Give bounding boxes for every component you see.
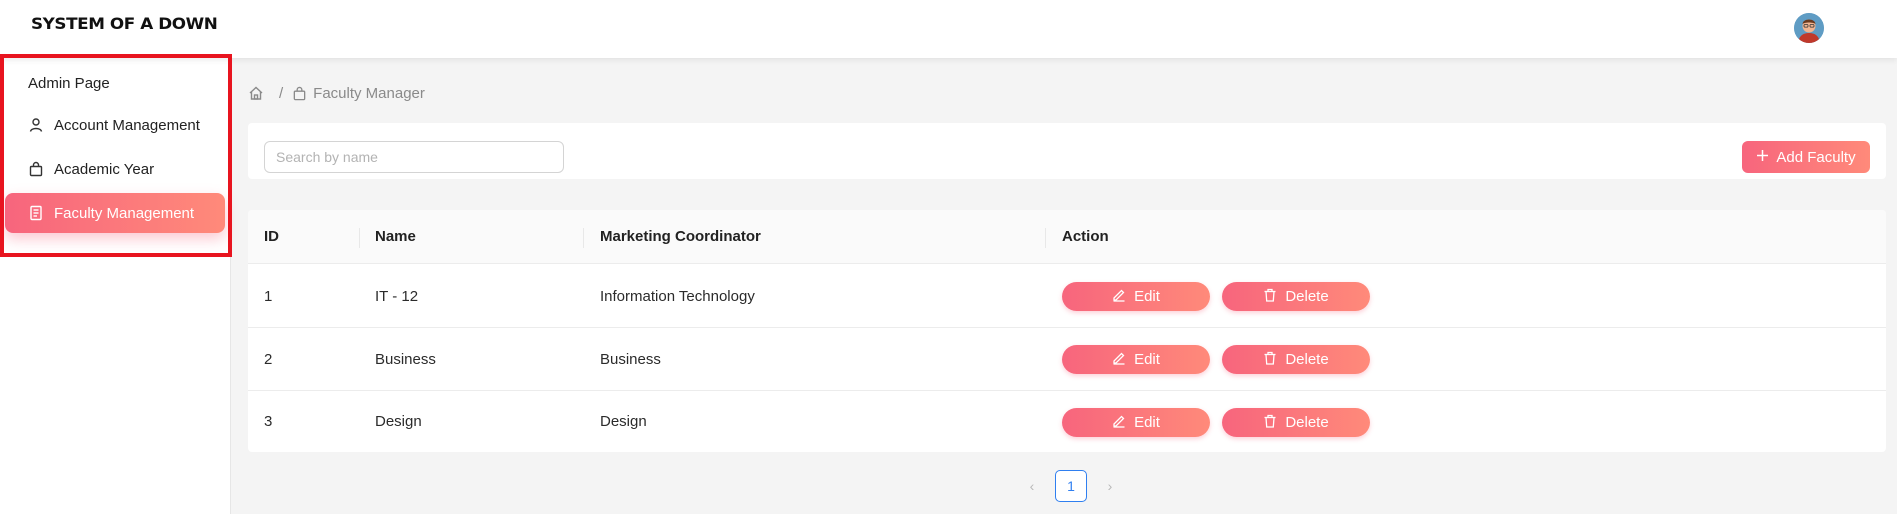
cell-name: IT - 12 [375,287,419,305]
sidebar-item-faculty-management[interactable]: Faculty Management [5,193,225,233]
trash-icon [1263,351,1277,369]
cell-coordinator: Information Technology [600,287,755,305]
app-logo[interactable]: SYSTEM OF A DOWN [31,14,218,33]
breadcrumb-separator: / [279,84,284,102]
delete-label: Delete [1285,414,1329,431]
breadcrumb: / Faculty Manager [248,83,425,103]
plus-icon [1756,149,1769,166]
cell-name: Business [375,350,436,368]
page-number-button[interactable]: 1 [1055,470,1087,502]
add-faculty-label: Add Faculty [1776,148,1856,166]
delete-button[interactable]: Delete [1222,282,1370,311]
user-avatar[interactable] [1794,13,1824,43]
column-header-action: Action [1062,228,1109,245]
column-divider [583,228,584,248]
prev-page-icon[interactable]: ‹ [1016,470,1048,502]
trash-icon [1263,288,1277,306]
top-header: SYSTEM OF A DOWN [0,0,1897,58]
add-faculty-button[interactable]: Add Faculty [1742,141,1870,173]
table-row: 3 Design Design Edit Delete [248,391,1886,452]
cell-id: 2 [264,350,273,368]
document-icon [28,205,44,221]
sidebar-title[interactable]: Admin Page [28,75,110,92]
sidebar-item-label: Academic Year [54,160,155,178]
column-header-id: ID [264,228,279,245]
toolbar: Add Faculty [248,123,1886,179]
sidebar-item-account-management[interactable]: Account Management [5,105,225,145]
delete-label: Delete [1285,288,1329,305]
column-divider [1045,228,1046,248]
faculty-table: ID Name Marketing Coordinator Action 1 I… [248,210,1886,452]
sidebar-item-label: Account Management [54,116,200,134]
search-input[interactable] [264,141,564,173]
sidebar-item-label: Faculty Management [54,204,195,222]
edit-button[interactable]: Edit [1062,345,1210,374]
bag-icon [28,161,44,177]
pencil-icon [1112,351,1126,369]
column-divider [359,228,360,248]
table-row: 2 Business Business Edit Delete [248,328,1886,391]
edit-label: Edit [1134,288,1160,305]
pencil-icon [1112,288,1126,306]
next-page-icon[interactable]: › [1094,470,1126,502]
bag-icon [292,86,307,101]
sidebar: Admin Page Account Management Academic Y… [0,58,231,514]
cell-coordinator: Business [600,350,661,368]
breadcrumb-current[interactable]: Faculty Manager [313,85,425,102]
edit-label: Edit [1134,351,1160,368]
delete-label: Delete [1285,351,1329,368]
delete-button[interactable]: Delete [1222,345,1370,374]
cell-id: 3 [264,413,273,430]
delete-button[interactable]: Delete [1222,408,1370,437]
edit-label: Edit [1134,414,1160,431]
home-icon[interactable] [248,85,264,101]
cell-name: Design [375,413,422,430]
column-header-marketing-coordinator: Marketing Coordinator [600,228,761,245]
trash-icon [1263,414,1277,432]
column-header-name: Name [375,228,416,245]
table-header-row: ID Name Marketing Coordinator Action [248,210,1886,264]
table-row: 1 IT - 12 Information Technology Edit De… [248,265,1886,328]
user-icon [28,117,44,133]
edit-button[interactable]: Edit [1062,408,1210,437]
edit-button[interactable]: Edit [1062,282,1210,311]
pagination: ‹ 1 › [1016,470,1126,502]
cell-id: 1 [264,287,273,305]
sidebar-item-academic-year[interactable]: Academic Year [5,149,225,189]
pencil-icon [1112,414,1126,432]
cell-coordinator: Design [600,413,647,430]
